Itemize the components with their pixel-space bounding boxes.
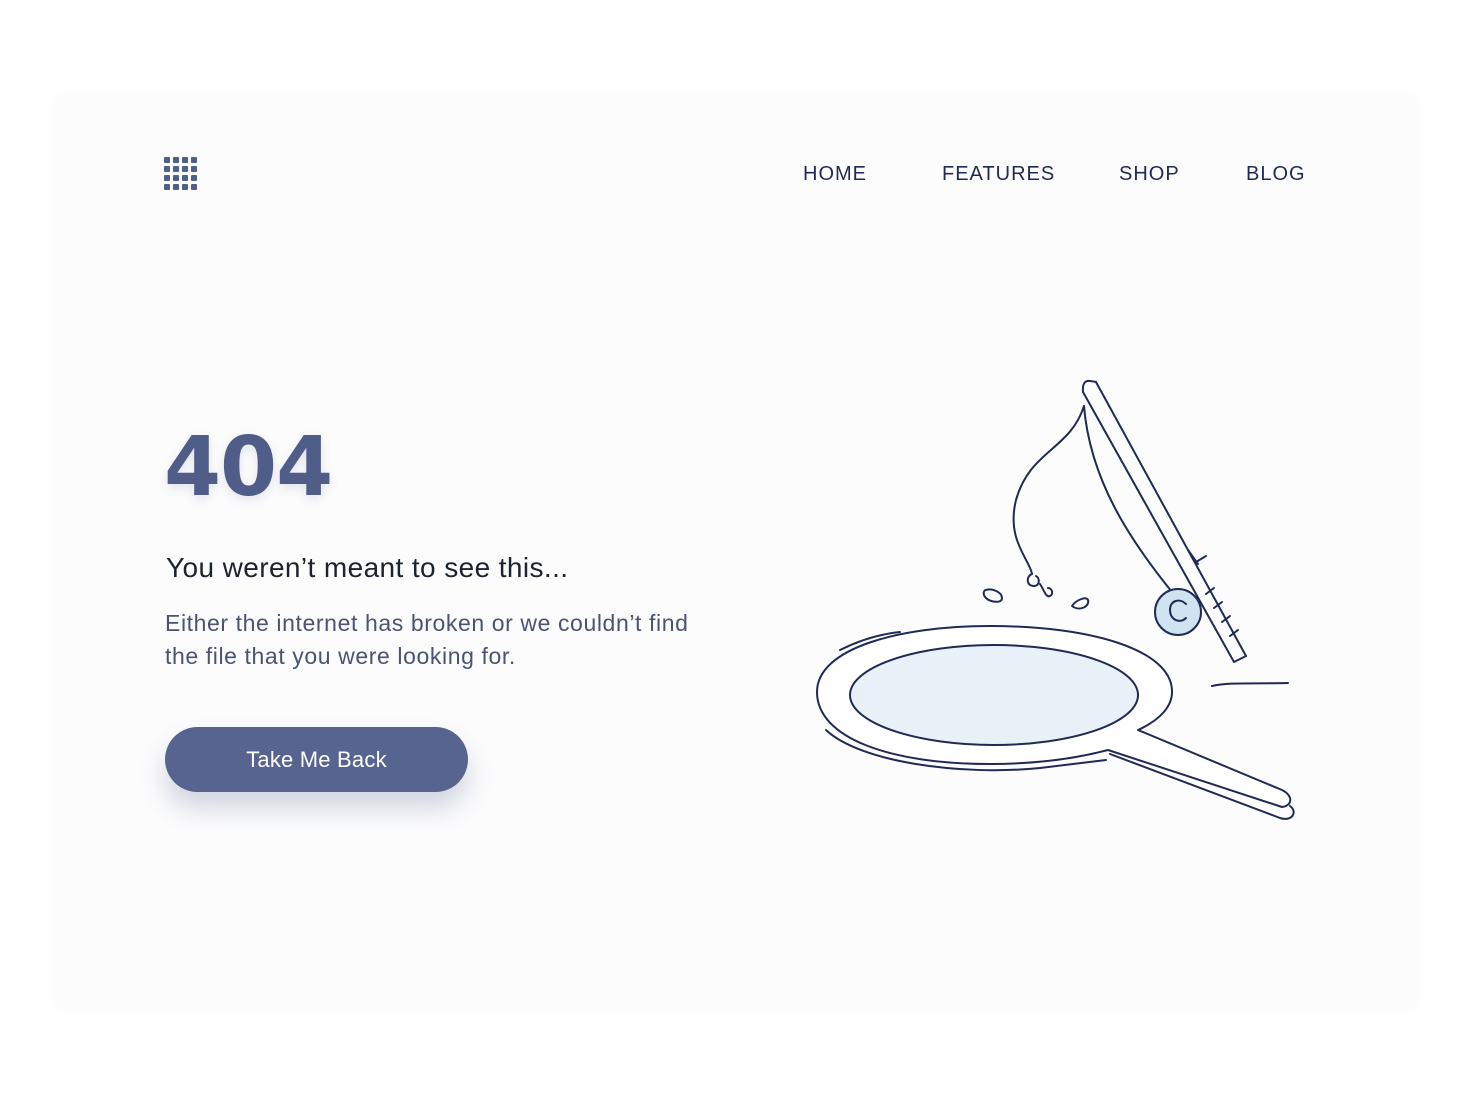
water-drops (982, 588, 1090, 610)
error-code: 404 (164, 420, 333, 515)
page: HOME FEATURES SHOP BLOG 404 You weren’t … (0, 0, 1472, 1104)
fishing-net-illustration (816, 379, 1295, 820)
hook-icon (1026, 573, 1054, 598)
main-nav: HOME FEATURES SHOP BLOG (0, 163, 1472, 191)
landing-net (816, 625, 1295, 820)
reel-icon (1154, 588, 1202, 636)
error-headline: You weren’t meant to see this... (166, 552, 569, 583)
nav-link-features[interactable]: FEATURES (942, 163, 1055, 186)
error-description: Either the internet has broken or we cou… (165, 610, 689, 669)
nav-link-shop[interactable]: SHOP (1119, 163, 1180, 186)
nav-link-blog[interactable]: BLOG (1246, 163, 1306, 186)
fishing-line (1012, 405, 1173, 593)
take-me-back-button[interactable]: Take Me Back (165, 727, 468, 792)
nav-link-home[interactable]: HOME (803, 163, 867, 186)
